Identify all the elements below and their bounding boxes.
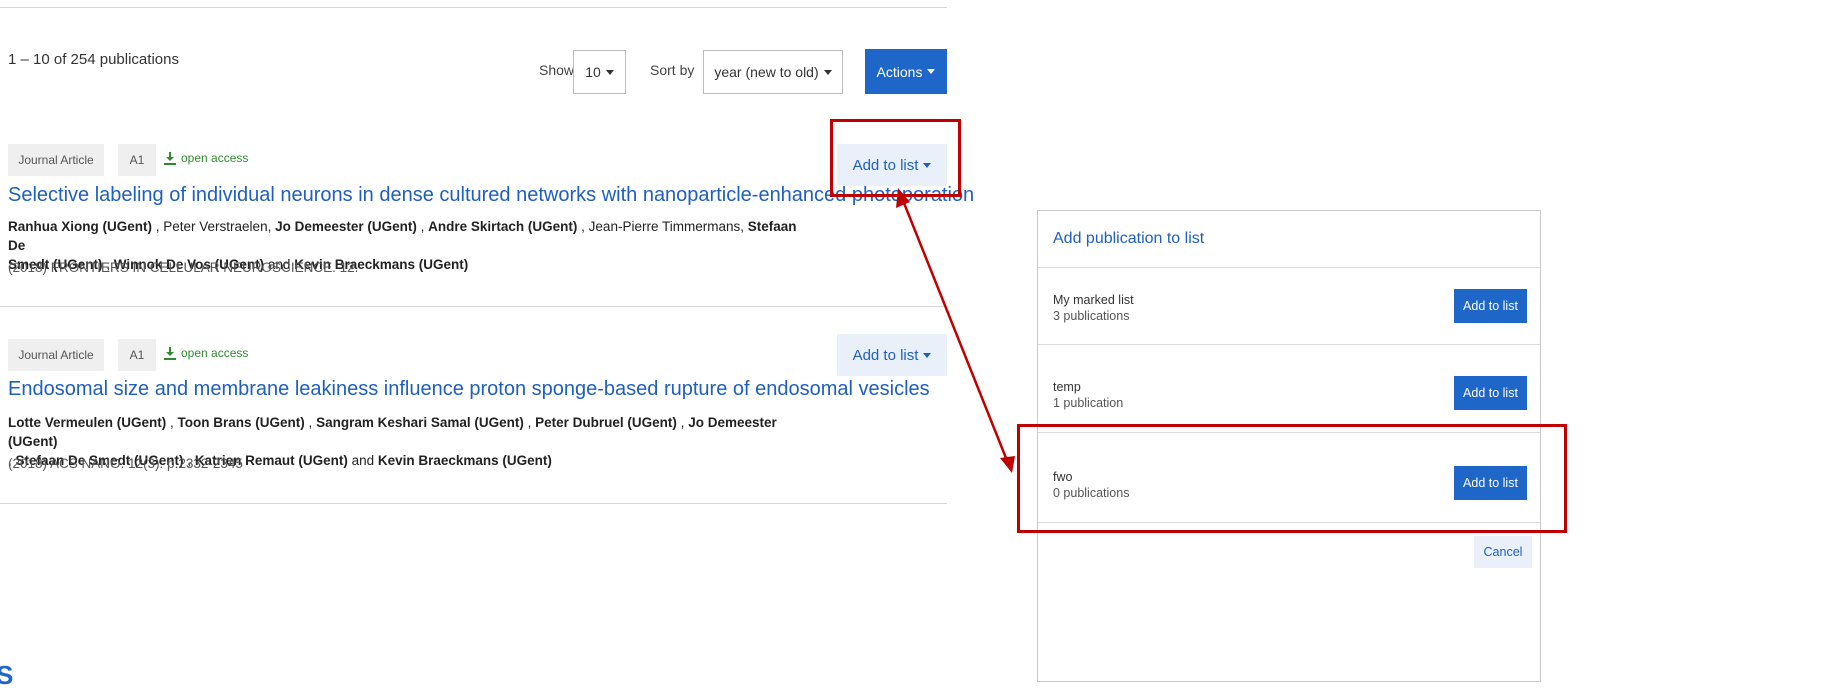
author-separator: , xyxy=(676,415,689,430)
dialog-title: Add publication to list xyxy=(1053,230,1205,247)
classification-badge: A1 xyxy=(118,339,156,371)
authors-line: Ranhua Xiong (UGent) , Peter Verstraelen… xyxy=(8,217,798,255)
add-to-list-dialog: Add publication to list My marked list 3… xyxy=(1037,210,1541,682)
show-label: Show xyxy=(539,62,575,78)
sort-select[interactable]: year (new to old) xyxy=(703,50,843,94)
publication-source: (2018) ACS NANO. 12(3). p.2332-2345 xyxy=(8,456,243,471)
top-divider xyxy=(0,7,947,8)
show-select[interactable]: 10 xyxy=(573,50,626,94)
chevron-down-icon xyxy=(927,69,936,74)
actions-button[interactable]: Actions xyxy=(865,49,947,94)
publication-title[interactable]: Selective labeling of individual neurons… xyxy=(8,184,974,207)
author-separator: , xyxy=(152,219,164,234)
type-badge: Journal Article xyxy=(8,339,104,371)
add-to-list-button[interactable]: Add to list xyxy=(1454,289,1527,323)
author[interactable]: Toon Brans (UGent) xyxy=(178,415,305,430)
author[interactable]: Kevin Braeckmans (UGent) xyxy=(378,453,552,468)
site-logo-fragment: S xyxy=(0,660,14,690)
list-count: 1 publication xyxy=(1053,396,1124,410)
author[interactable]: Sangram Keshari Samal (UGent) xyxy=(316,415,524,430)
open-access-badge: open access xyxy=(164,151,248,165)
author: , Jean-Pierre Timmermans, xyxy=(577,219,748,234)
list-count: 0 publications xyxy=(1053,486,1130,500)
add-to-list-button[interactable]: Add to list xyxy=(1454,466,1527,500)
author-separator: , xyxy=(523,415,536,430)
dialog-divider xyxy=(1038,267,1540,268)
list-count: 3 publications xyxy=(1053,309,1130,323)
author[interactable]: Andre Skirtach (UGent) xyxy=(428,219,577,234)
add-to-list-label: Add to list xyxy=(852,156,919,174)
authors-line: Lotte Vermeulen (UGent) , Toon Brans (UG… xyxy=(8,413,798,451)
chevron-down-icon xyxy=(823,69,832,75)
download-icon xyxy=(164,346,176,360)
list-name: My marked list xyxy=(1053,293,1134,307)
author-separator: and xyxy=(347,453,378,468)
classification-badge: A1 xyxy=(118,144,156,176)
author: Peter Verstraelen, xyxy=(163,219,276,234)
list-name: fwo xyxy=(1053,470,1073,484)
open-access-label: open access xyxy=(181,346,249,360)
publication-divider xyxy=(0,503,947,504)
dialog-divider xyxy=(1038,522,1540,523)
sort-label: Sort by xyxy=(650,62,695,78)
author[interactable]: Peter Dubruel (UGent) xyxy=(535,415,677,430)
dialog-divider xyxy=(1038,432,1540,433)
annotation-arrow xyxy=(896,188,1015,473)
publication-source: (2018) FRONTIERS IN CELLULAR NEUROSCIENC… xyxy=(8,260,359,275)
add-to-list-button[interactable]: Add to list xyxy=(1454,376,1527,410)
actions-label: Actions xyxy=(876,63,923,80)
publication-divider xyxy=(0,306,947,307)
author[interactable]: Ranhua Xiong (UGent) xyxy=(8,219,152,234)
download-icon xyxy=(164,151,176,165)
show-value: 10 xyxy=(585,64,601,80)
chevron-down-icon xyxy=(605,69,614,75)
cancel-button[interactable]: Cancel xyxy=(1474,536,1532,568)
dialog-divider xyxy=(1038,344,1540,345)
chevron-down-icon xyxy=(923,162,932,168)
author[interactable]: Lotte Vermeulen (UGent) xyxy=(8,415,166,430)
author-separator: , xyxy=(416,219,429,234)
sort-value: year (new to old) xyxy=(714,64,819,80)
type-badge: Journal Article xyxy=(8,144,104,176)
results-count: 1 – 10 of 254 publications xyxy=(8,51,179,68)
open-access-label: open access xyxy=(181,151,249,165)
author[interactable]: Jo Demeester (UGent) xyxy=(275,219,417,234)
list-name: temp xyxy=(1053,380,1081,394)
publication-title[interactable]: Endosomal size and membrane leakiness in… xyxy=(8,378,930,401)
author-separator: , xyxy=(304,415,317,430)
author-separator: , xyxy=(166,415,178,430)
open-access-badge: open access xyxy=(164,346,248,360)
